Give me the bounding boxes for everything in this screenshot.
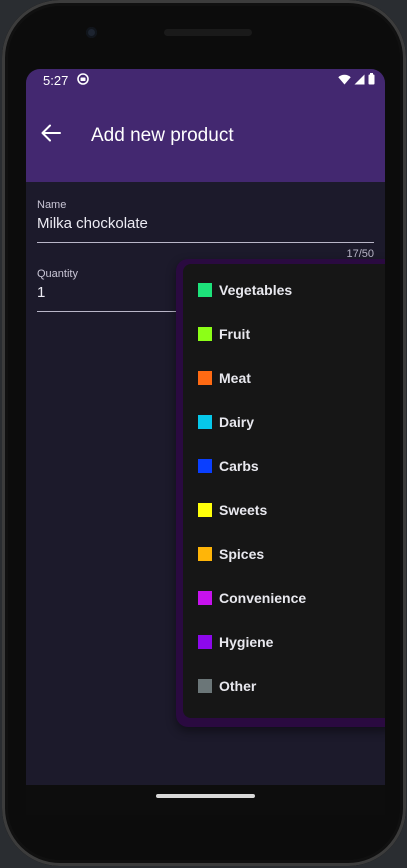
app-bar: 5:27 Add new product bbox=[26, 69, 385, 182]
menu-item-label: Fruit bbox=[219, 326, 251, 342]
menu-item-fruit[interactable]: Fruit bbox=[183, 312, 385, 356]
menu-item-label: Dairy bbox=[219, 414, 255, 430]
menu-item-label: Hygiene bbox=[219, 634, 274, 650]
quantity-field-label: Quantity bbox=[37, 268, 78, 280]
status-bar: 5:27 bbox=[26, 69, 385, 91]
menu-item-other[interactable]: Other bbox=[183, 664, 385, 708]
category-color-swatch bbox=[198, 415, 212, 429]
category-color-swatch bbox=[198, 635, 212, 649]
category-color-swatch bbox=[198, 327, 212, 341]
menu-item-vegetables[interactable]: Vegetables bbox=[183, 268, 385, 312]
back-arrow-icon bbox=[40, 123, 62, 148]
name-field-value[interactable]: Milka chockolate bbox=[37, 215, 148, 232]
menu-item-label: Vegetables bbox=[219, 282, 293, 298]
category-color-swatch bbox=[198, 371, 212, 385]
status-time: 5:27 bbox=[43, 73, 69, 88]
category-color-swatch bbox=[198, 547, 212, 561]
app-notification-icon bbox=[77, 73, 89, 85]
front-camera bbox=[86, 27, 97, 38]
menu-item-dairy[interactable]: Dairy bbox=[183, 400, 385, 444]
back-button[interactable] bbox=[38, 122, 64, 148]
category-color-swatch bbox=[198, 679, 212, 693]
menu-item-label: Carbs bbox=[219, 458, 259, 474]
menu-item-meat[interactable]: Meat bbox=[183, 356, 385, 400]
menu-item-label: Spices bbox=[219, 546, 265, 562]
menu-item-label: Convenience bbox=[219, 590, 307, 606]
category-dropdown-menu: Vegetables Fruit Meat Dairy Carbs Sweets Spice… bbox=[176, 259, 385, 727]
menu-item-carbs[interactable]: Carbs bbox=[183, 444, 385, 488]
battery-icon bbox=[368, 73, 375, 88]
signal-icon bbox=[354, 73, 365, 88]
menu-item-hygiene[interactable]: Hygiene bbox=[183, 620, 385, 664]
navigation-bar bbox=[26, 785, 385, 815]
menu-item-label: Other bbox=[219, 678, 257, 694]
menu-item-label: Meat bbox=[219, 370, 251, 386]
category-color-swatch bbox=[198, 591, 212, 605]
earpiece-speaker bbox=[164, 29, 252, 36]
quantity-field-value[interactable]: 1 bbox=[37, 284, 45, 301]
name-field-underline bbox=[37, 242, 374, 243]
page-title: Add new product bbox=[91, 125, 234, 146]
wifi-icon bbox=[338, 73, 351, 88]
name-field-label: Name bbox=[37, 199, 67, 211]
menu-item-spices[interactable]: Spices bbox=[183, 532, 385, 576]
menu-item-sweets[interactable]: Sweets bbox=[183, 488, 385, 532]
menu-item-label: Sweets bbox=[219, 502, 268, 518]
app-screen: 5:27 Add new product Name Milka chockola… bbox=[26, 69, 385, 785]
name-field[interactable]: Name Milka chockolate 17/50 bbox=[37, 199, 374, 263]
category-color-swatch bbox=[198, 459, 212, 473]
category-color-swatch bbox=[198, 283, 212, 297]
category-color-swatch bbox=[198, 503, 212, 517]
home-indicator[interactable] bbox=[156, 794, 255, 798]
category-menu-list: Vegetables Fruit Meat Dairy Carbs Sweets Spice… bbox=[183, 264, 385, 718]
menu-item-convenience[interactable]: Convenience bbox=[183, 576, 385, 620]
status-indicators bbox=[338, 73, 375, 88]
